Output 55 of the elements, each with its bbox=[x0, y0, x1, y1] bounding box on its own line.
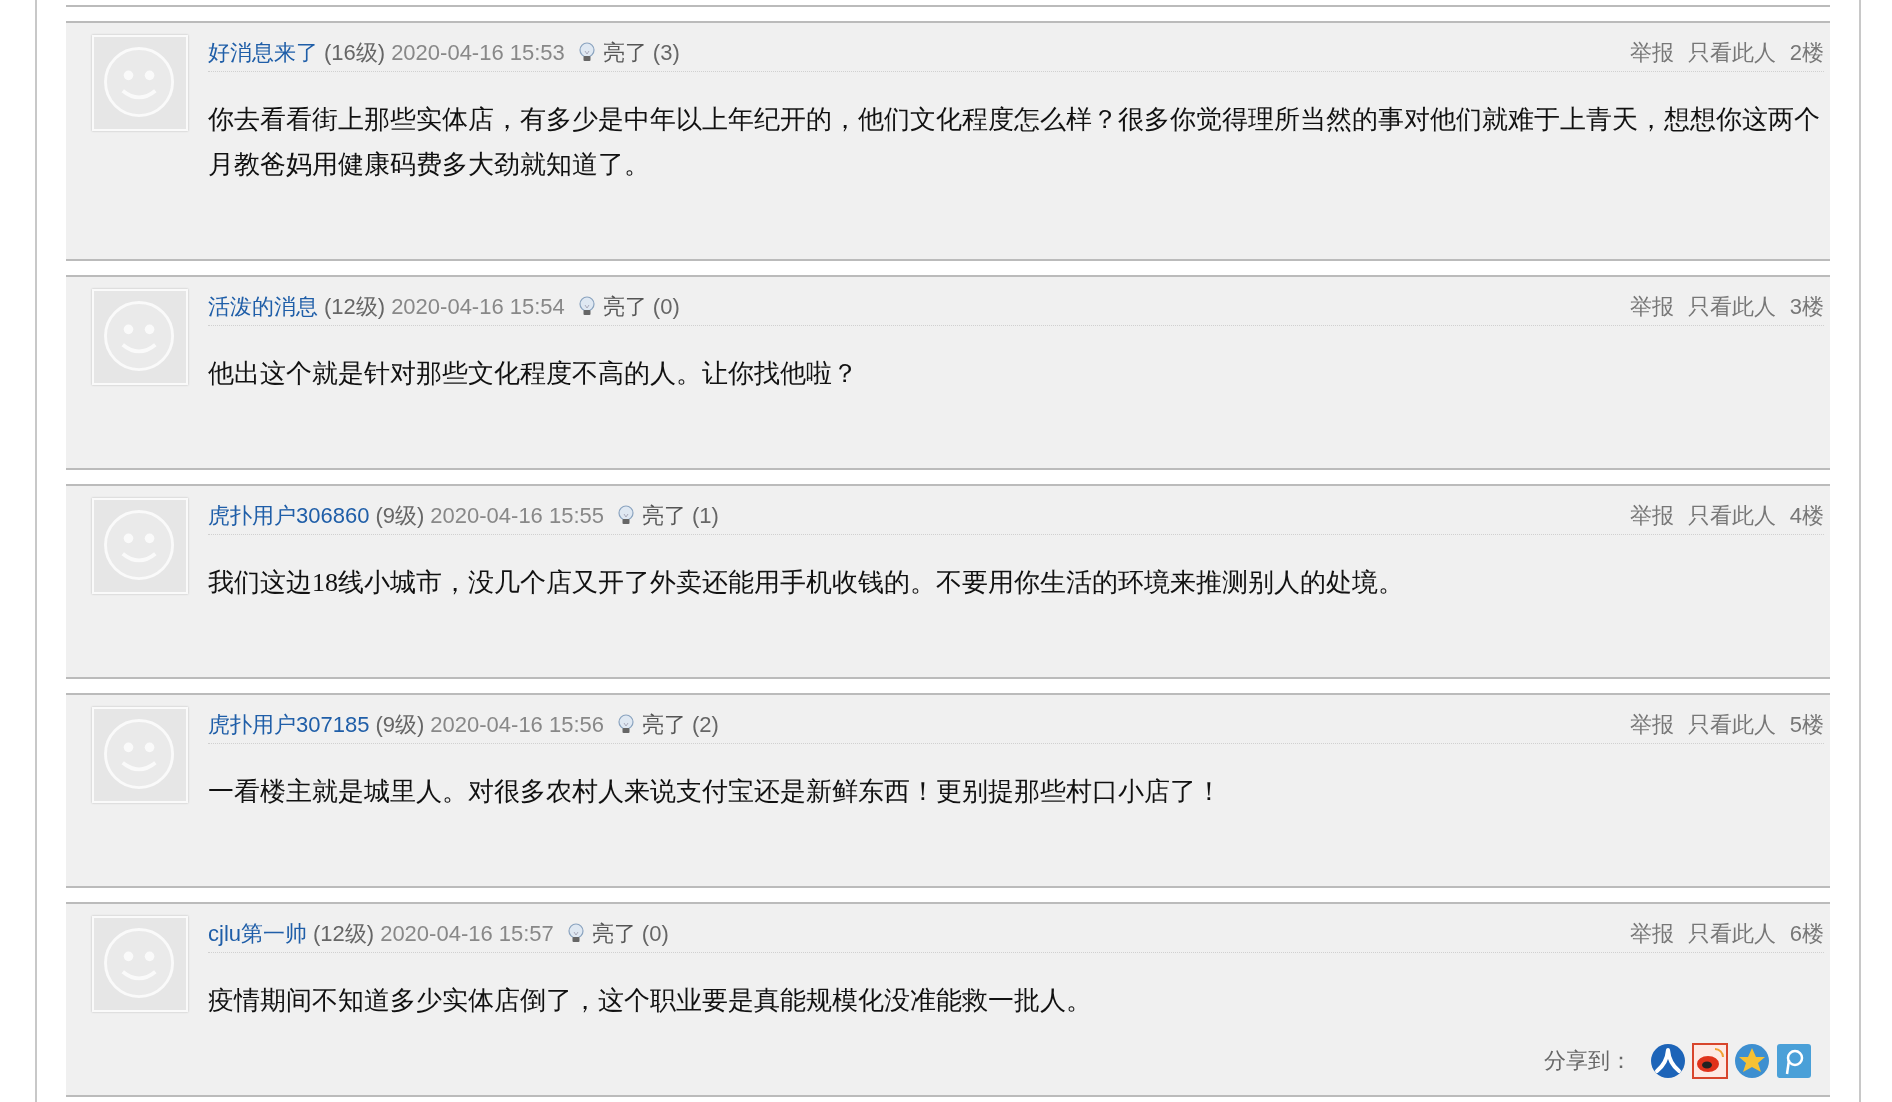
smiley-avatar-icon bbox=[92, 35, 188, 131]
username-link[interactable]: 虎扑用户306860 bbox=[208, 501, 370, 531]
user-level: (12级) bbox=[324, 293, 386, 321]
post-action-link[interactable]: 只看此人 bbox=[1687, 710, 1776, 740]
star-circle-icon[interactable] bbox=[1734, 1043, 1770, 1079]
light-count: (0) bbox=[641, 921, 669, 947]
post-action-link[interactable]: 只看此人 bbox=[1687, 292, 1776, 322]
username-link[interactable]: cjlu第一帅 bbox=[208, 919, 307, 949]
smiley-avatar-icon bbox=[92, 916, 188, 1012]
light-label[interactable]: 亮了 bbox=[602, 38, 647, 68]
eye-square-icon[interactable] bbox=[1692, 1043, 1728, 1079]
light-label[interactable]: 亮了 bbox=[642, 501, 686, 531]
user-level: (9级) bbox=[375, 711, 425, 739]
post-time: 2020-04-16 15:53 bbox=[391, 40, 565, 66]
smiley-avatar-icon bbox=[92, 289, 188, 385]
floor-number: 6楼 bbox=[1789, 920, 1824, 948]
username-link[interactable]: 活泼的消息 bbox=[208, 292, 318, 322]
post-time: 2020-04-16 15:54 bbox=[391, 294, 565, 320]
post-action-link[interactable]: 举报 bbox=[1629, 710, 1674, 740]
light-count: (2) bbox=[692, 712, 719, 738]
user-level: (9级) bbox=[375, 502, 425, 530]
post-time: 2020-04-16 15:55 bbox=[430, 503, 604, 529]
username-link[interactable]: 好消息来了 bbox=[208, 38, 318, 68]
light-label[interactable]: 亮了 bbox=[602, 292, 647, 322]
post-time: 2020-04-16 15:57 bbox=[380, 921, 554, 947]
reply-text: 一看楼主就是城里人。对很多农村人来说支付宝还是新鲜东西！更别提那些村口小店了！ bbox=[208, 776, 1223, 808]
floor-number: 5楼 bbox=[1789, 711, 1824, 739]
post-action-link[interactable]: 举报 bbox=[1629, 292, 1674, 322]
light-count: (3) bbox=[652, 40, 680, 66]
loop-square-icon[interactable] bbox=[1776, 1043, 1812, 1079]
post-action-link[interactable]: 举报 bbox=[1629, 501, 1674, 531]
smiley-avatar-icon bbox=[92, 498, 188, 594]
post-action-link[interactable]: 只看此人 bbox=[1687, 919, 1776, 949]
share-label: 分享到： bbox=[1544, 1047, 1632, 1075]
light-count: (0) bbox=[652, 294, 680, 320]
post-action-link[interactable]: 举报 bbox=[1629, 38, 1674, 68]
user-level: (12级) bbox=[313, 920, 375, 948]
person-circle-icon[interactable] bbox=[1650, 1043, 1686, 1079]
smiley-avatar-icon bbox=[92, 707, 188, 803]
post-action-link[interactable]: 只看此人 bbox=[1687, 501, 1776, 531]
post-action-link[interactable]: 只看此人 bbox=[1687, 38, 1776, 68]
reply-text: 他出这个就是针对那些文化程度不高的人。让你找他啦？ bbox=[208, 358, 859, 390]
light-label[interactable]: 亮了 bbox=[591, 919, 636, 949]
post-time: 2020-04-16 15:56 bbox=[430, 712, 604, 738]
post-action-link[interactable]: 举报 bbox=[1629, 919, 1674, 949]
reply-text: 疫情期间不知道多少实体店倒了，这个职业要是真能规模化没准能救一批人。 bbox=[208, 985, 1093, 1017]
floor-number: 3楼 bbox=[1789, 293, 1824, 321]
floor-number: 4楼 bbox=[1789, 502, 1824, 530]
light-count: (1) bbox=[692, 503, 719, 529]
username-link[interactable]: 虎扑用户307185 bbox=[208, 710, 370, 740]
light-label[interactable]: 亮了 bbox=[642, 710, 686, 740]
reply-text: 我们这边18线小城市，没几个店又开了外卖还能用手机收钱的。不要用你生活的环境来推测别人的处境。 bbox=[208, 567, 1405, 599]
user-level: (16级) bbox=[324, 39, 386, 67]
reply-text: 你去看看街上那些实体店，有多少是中年以上年纪开的，他们文化程度怎么样？很多你觉得理所当然的事对他们就难于上青天，想想你这两个月教爸妈用健康码费多大劲就知道了。 bbox=[208, 104, 1821, 181]
floor-number: 2楼 bbox=[1789, 39, 1824, 67]
